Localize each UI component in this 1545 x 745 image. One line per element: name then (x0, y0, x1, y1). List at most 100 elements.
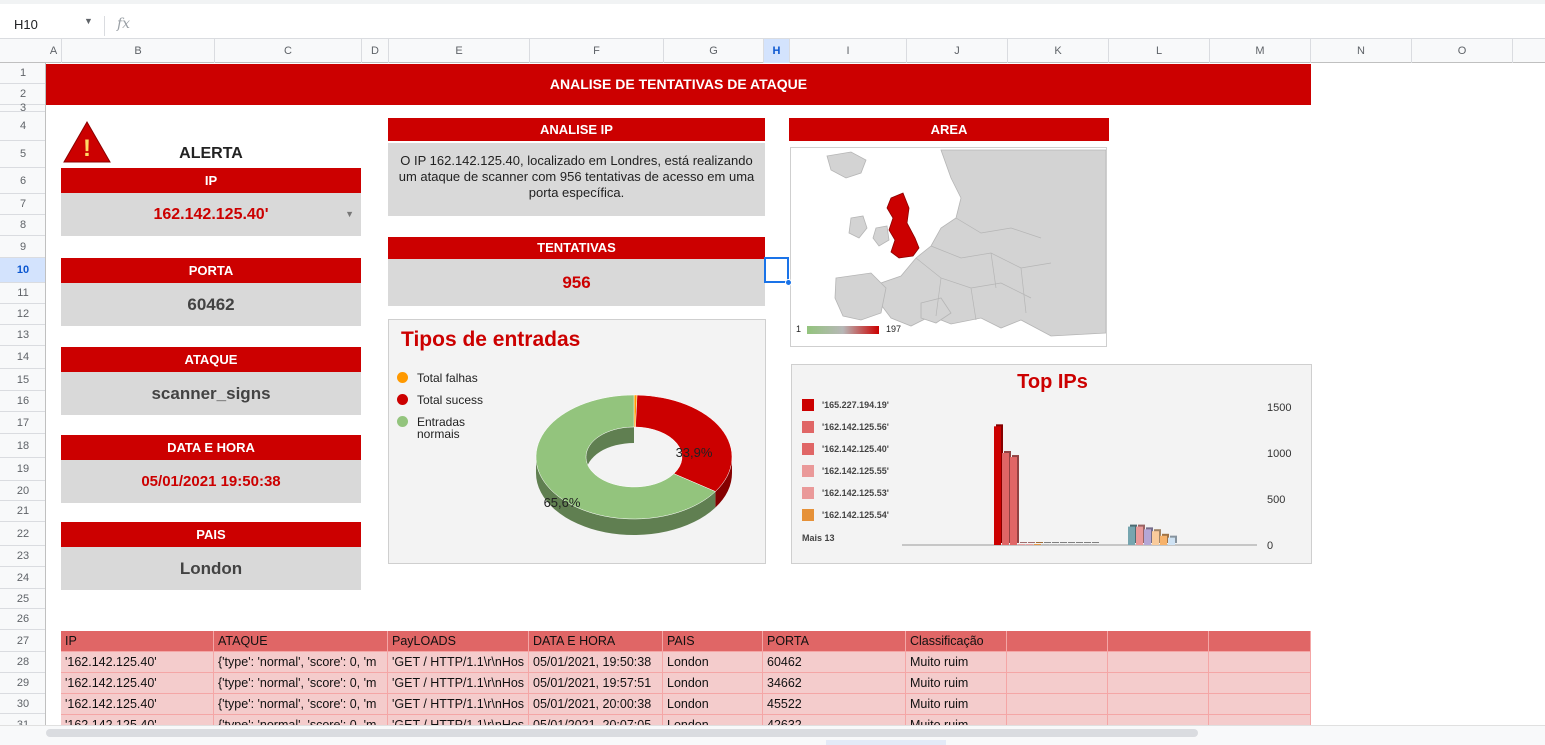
table-cell[interactable] (1108, 652, 1209, 673)
table-cell[interactable]: {'type': 'normal', 'score': 0, 'm (214, 694, 388, 715)
table-cell[interactable]: Muito ruim (906, 652, 1007, 673)
table-cell[interactable] (1007, 652, 1108, 673)
column-header-E[interactable]: E (389, 39, 530, 63)
table-cell[interactable]: London (663, 652, 763, 673)
name-box-dropdown-icon[interactable]: ▼ (84, 16, 93, 26)
table-cell[interactable]: 05/01/2021, 20:07:05 (529, 715, 663, 725)
table-cell[interactable] (1209, 673, 1311, 694)
column-header-J[interactable]: J (907, 39, 1008, 63)
geo-map-chart[interactable]: 1 197 (790, 147, 1107, 347)
table-cell[interactable]: 'GET / HTTP/1.1\r\nHos (388, 694, 529, 715)
column-header-G[interactable]: G (664, 39, 764, 63)
table-cell[interactable]: 05/01/2021, 20:00:38 (529, 694, 663, 715)
column-header-K[interactable]: K (1008, 39, 1109, 63)
row-header-11[interactable]: 11 (0, 283, 45, 304)
row-header-27[interactable]: 27 (0, 630, 45, 652)
table-cell[interactable]: 'GET / HTTP/1.1\r\nHos (388, 652, 529, 673)
row-header-29[interactable]: 29 (0, 673, 45, 694)
row-header-19[interactable]: 19 (0, 458, 45, 481)
table-cell[interactable] (1007, 631, 1108, 652)
row-header-24[interactable]: 24 (0, 567, 45, 589)
table-cell[interactable] (1007, 694, 1108, 715)
row-header-8[interactable]: 8 (0, 215, 45, 236)
row-header-23[interactable]: 23 (0, 546, 45, 567)
table-cell[interactable]: '162.142.125.40' (61, 694, 214, 715)
table-cell[interactable] (1209, 715, 1311, 725)
row-header-1[interactable]: 1 (0, 63, 45, 84)
table-cell[interactable] (1007, 715, 1108, 725)
table-cell[interactable]: London (663, 673, 763, 694)
row-header-25[interactable]: 25 (0, 589, 45, 609)
row-header-9[interactable]: 9 (0, 236, 45, 258)
row-header-12[interactable]: 12 (0, 304, 45, 325)
column-header-C[interactable]: C (215, 39, 362, 63)
table-cell[interactable]: IP (61, 631, 214, 652)
row-header-26[interactable]: 26 (0, 609, 45, 630)
row-header-15[interactable]: 15 (0, 369, 45, 391)
table-cell[interactable] (1108, 715, 1209, 725)
table-cell[interactable]: ATAQUE (214, 631, 388, 652)
ip-dropdown[interactable]: 162.142.125.40' ▼ (61, 193, 361, 236)
sheet-grid[interactable]: ANALISE DE TENTATIVAS DE ATAQUE ! ALERTA… (46, 63, 1545, 725)
table-cell[interactable]: 45522 (763, 694, 906, 715)
row-header-28[interactable]: 28 (0, 652, 45, 673)
column-header-I[interactable]: I (790, 39, 907, 63)
tipos-entradas-chart[interactable]: Tipos de entradas Total falhas Total suce… (388, 319, 766, 564)
table-cell[interactable]: Muito ruim (906, 715, 1007, 725)
table-cell[interactable]: PAIS (663, 631, 763, 652)
table-cell[interactable] (1209, 631, 1311, 652)
column-header-O[interactable]: O (1412, 39, 1513, 63)
table-cell[interactable]: '162.142.125.40' (61, 673, 214, 694)
top-ips-chart[interactable]: Top IPs '165.227.194.19' '162.142.125.56'… (791, 364, 1312, 564)
row-header-30[interactable]: 30 (0, 694, 45, 714)
row-header-14[interactable]: 14 (0, 346, 45, 369)
column-header-D[interactable]: D (362, 39, 389, 63)
table-cell[interactable]: '162.142.125.40' (61, 652, 214, 673)
table-cell[interactable] (1108, 694, 1209, 715)
row-header-10[interactable]: 10 (0, 258, 45, 283)
row-header-17[interactable]: 17 (0, 412, 45, 434)
table-cell[interactable] (1209, 652, 1311, 673)
table-cell[interactable]: London (663, 715, 763, 725)
column-header-H[interactable]: H (764, 39, 790, 63)
table-cell[interactable]: Muito ruim (906, 673, 1007, 694)
column-header-N[interactable]: N (1311, 39, 1412, 63)
table-cell[interactable] (1108, 673, 1209, 694)
fill-handle[interactable] (785, 279, 792, 286)
table-cell[interactable]: PayLOADS (388, 631, 529, 652)
table-cell[interactable]: 34662 (763, 673, 906, 694)
table-cell[interactable]: London (663, 694, 763, 715)
row-header-21[interactable]: 21 (0, 501, 45, 522)
row-header-4[interactable]: 4 (0, 112, 45, 141)
row-header-13[interactable]: 13 (0, 325, 45, 346)
table-cell[interactable]: {'type': 'normal', 'score': 0, 'm (214, 652, 388, 673)
table-cell[interactable]: DATA E HORA (529, 631, 663, 652)
table-cell[interactable] (1007, 673, 1108, 694)
table-cell[interactable]: PORTA (763, 631, 906, 652)
table-cell[interactable] (1209, 694, 1311, 715)
table-cell[interactable]: Muito ruim (906, 694, 1007, 715)
row-header-6[interactable]: 6 (0, 168, 45, 194)
table-cell[interactable]: 05/01/2021, 19:57:51 (529, 673, 663, 694)
table-cell[interactable]: 60462 (763, 652, 906, 673)
row-header-20[interactable]: 20 (0, 481, 45, 501)
table-cell[interactable]: 05/01/2021, 19:50:38 (529, 652, 663, 673)
row-header-22[interactable]: 22 (0, 522, 45, 546)
table-cell[interactable]: 'GET / HTTP/1.1\r\nHos (388, 715, 529, 725)
column-header-F[interactable]: F (530, 39, 664, 63)
table-cell[interactable]: 'GET / HTTP/1.1\r\nHos (388, 673, 529, 694)
table-cell[interactable]: 42632 (763, 715, 906, 725)
table-cell[interactable]: Classificação (906, 631, 1007, 652)
column-header-A[interactable]: A (46, 39, 62, 63)
row-header-7[interactable]: 7 (0, 194, 45, 215)
row-header-3[interactable]: 3 (0, 103, 45, 114)
column-header-B[interactable]: B (62, 39, 215, 63)
column-header-L[interactable]: L (1109, 39, 1210, 63)
table-cell[interactable]: '162.142.125.40' (61, 715, 214, 725)
table-cell[interactable]: {'type': 'normal', 'score': 0, 'm (214, 715, 388, 725)
table-cell[interactable] (1108, 631, 1209, 652)
table-cell[interactable]: {'type': 'normal', 'score': 0, 'm (214, 673, 388, 694)
scroll-thumb[interactable] (46, 729, 1198, 737)
horizontal-scrollbar[interactable] (0, 725, 1545, 745)
row-header-31[interactable]: 31 (0, 714, 45, 725)
